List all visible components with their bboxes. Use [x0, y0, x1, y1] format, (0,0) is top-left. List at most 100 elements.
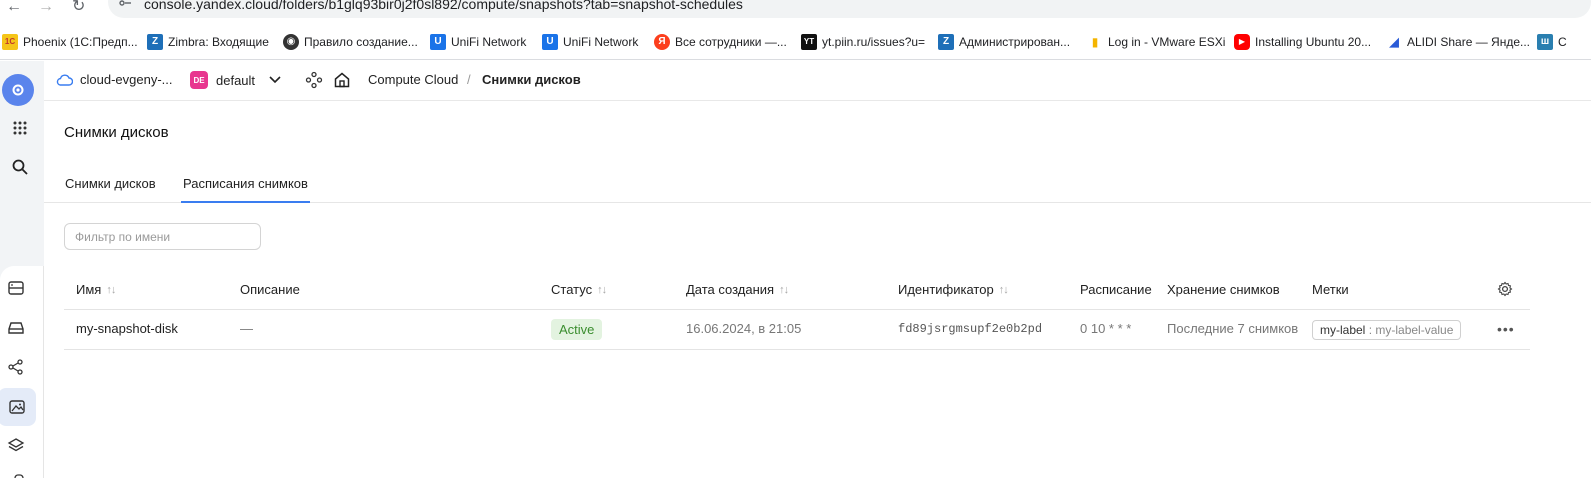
- bookmark-label: UniFi Network: [451, 35, 527, 49]
- folder-selector[interactable]: DE default: [190, 71, 281, 89]
- cell-id[interactable]: fd89jsrgmsupf2e0b2pd: [898, 322, 1042, 336]
- disk-icon[interactable]: [0, 312, 32, 344]
- top-header: cloud-evgeny-... DE default Compute Clou…: [44, 61, 1591, 101]
- column-label: Описание: [240, 282, 300, 297]
- bookmark-unifi-1[interactable]: U UniFi Network: [430, 32, 526, 52]
- zimbra-icon: Z: [938, 34, 954, 50]
- snapshot-icon[interactable]: [0, 388, 36, 426]
- sort-icon: ↑↓: [779, 283, 789, 296]
- bookmark-label: Zimbra: Входящие: [168, 35, 269, 49]
- cloud-name: cloud-evgeny-...: [80, 72, 173, 87]
- filter-by-name-input[interactable]: [64, 223, 261, 250]
- bookmark-label: Правило создание...: [304, 35, 418, 49]
- column-label: Расписание: [1080, 282, 1152, 297]
- placement-icon[interactable]: [0, 466, 32, 478]
- vmware-icon: ▮: [1091, 35, 1099, 49]
- cell-created: 16.06.2024, в 21:05: [686, 321, 802, 336]
- bookmark-alidi[interactable]: ◢ ALIDI Share — Яндe...: [1386, 32, 1530, 52]
- column-header-name[interactable]: Имя ↑↓: [76, 282, 116, 297]
- yandex-icon: Я: [654, 34, 670, 50]
- bookmark-zimbra[interactable]: Z Zimbra: Входящие: [147, 32, 269, 52]
- tab-snapshot-schedules[interactable]: Расписания снимков: [181, 176, 310, 203]
- sort-icon: ↑↓: [597, 283, 607, 296]
- unifi-icon: U: [542, 34, 558, 50]
- arrow-right-icon[interactable]: →: [38, 0, 54, 15]
- folder-badge: DE: [190, 71, 208, 89]
- cell-retention: Последние 7 снимков: [1167, 321, 1299, 336]
- breadcrumb-service[interactable]: Compute Cloud: [368, 72, 458, 87]
- column-header-created[interactable]: Дата создания ↑↓: [686, 282, 789, 297]
- bookmark-phoenix[interactable]: 1C Phoenix (1С:Предп...: [2, 32, 138, 52]
- cell-description: —: [240, 321, 253, 336]
- column-header-description: Описание: [240, 282, 300, 297]
- column-label: Дата создания: [686, 282, 775, 297]
- url-text: console.yandex.cloud/folders/b1glq93bir0…: [144, 0, 743, 12]
- column-header-status[interactable]: Статус ↑↓: [551, 282, 607, 297]
- bookmark-label: Администрирован...: [959, 35, 1071, 49]
- status-badge: Active: [551, 319, 603, 340]
- service-switch-icon[interactable]: [305, 71, 323, 89]
- bookmark-vmware[interactable]: ▮ Log in - VMware ESXi: [1087, 32, 1226, 52]
- bookmark-employees[interactable]: Я Все сотрудники —...: [654, 32, 787, 52]
- folder-name: default: [216, 72, 256, 88]
- column-header-schedule: Расписание: [1080, 282, 1152, 297]
- cell-name[interactable]: my-snapshot-disk: [76, 321, 178, 336]
- label-separator: :: [1365, 323, 1376, 337]
- site-settings-icon[interactable]: [118, 0, 132, 10]
- sort-icon: ↑↓: [998, 283, 1009, 296]
- 1c-icon: 1C: [2, 34, 18, 50]
- unifi-icon: U: [430, 34, 446, 50]
- bookmark-label: C: [1558, 35, 1567, 49]
- column-label: Хранение снимков: [1167, 282, 1280, 297]
- label-key: my-label: [1320, 323, 1366, 337]
- search-icon[interactable]: [4, 151, 36, 183]
- bookmark-admin[interactable]: Z Администрирован...: [938, 32, 1070, 52]
- reload-icon[interactable]: ↻: [72, 0, 85, 15]
- page-title: Снимки дисков: [64, 124, 169, 141]
- youtube-icon: ▶: [1234, 34, 1250, 50]
- column-label: Идентификатор: [898, 282, 994, 297]
- chevron-down-icon: [269, 76, 281, 84]
- browser-address-bar: ← → ↻ console.yandex.cloud/folders/b1glq…: [0, 0, 1591, 22]
- w-icon: ш: [1537, 34, 1553, 50]
- row-actions-menu-icon[interactable]: •••: [1497, 321, 1515, 337]
- bookmark-label: Все сотрудники —...: [675, 35, 787, 49]
- tab-snapshots[interactable]: Снимки дисков: [65, 176, 156, 203]
- column-label: Имя: [76, 282, 102, 297]
- bookmark-c[interactable]: ш C: [1537, 32, 1567, 52]
- all-services-icon[interactable]: [4, 112, 36, 144]
- cell-schedule: 0 10 * * *: [1080, 321, 1132, 336]
- table-row-divider: [64, 349, 1530, 350]
- arrow-left-icon[interactable]: ←: [6, 0, 22, 15]
- bookmark-label: Installing Ubuntu 20...: [1255, 35, 1372, 49]
- breadcrumb-service-label: Compute Cloud: [368, 72, 459, 87]
- label-chip: my-label : my-label-value: [1312, 320, 1462, 340]
- tabs: Снимки дисков Расписания снимков: [44, 170, 1591, 203]
- column-label: Метки: [1312, 282, 1349, 297]
- bookmark-unifi-2[interactable]: U UniFi Network: [542, 32, 638, 52]
- breadcrumb-current: Снимки дисков: [482, 72, 581, 87]
- vm-icon[interactable]: [0, 272, 32, 304]
- table-header-divider: [64, 309, 1530, 310]
- home-icon[interactable]: [333, 71, 351, 89]
- rail-service-menu: [0, 266, 44, 478]
- bookmark-label: Phoenix (1С:Предп...: [23, 35, 138, 49]
- zimbra-icon: Z: [147, 34, 163, 50]
- network-icon[interactable]: [0, 351, 32, 383]
- column-header-labels: Метки: [1312, 282, 1349, 297]
- bookmark-label: Log in - VMware ESXi: [1108, 35, 1226, 49]
- bookmark-label: UniFi Network: [563, 35, 639, 49]
- bookmark-label: ALIDI Share — Яндe...: [1407, 35, 1531, 49]
- gear-icon[interactable]: [1497, 281, 1513, 297]
- youtrack-icon: YT: [801, 34, 817, 50]
- globe-icon: ◉: [283, 34, 299, 50]
- bookmark-youtrack[interactable]: YT yt.piin.ru/issues?u=: [801, 32, 925, 52]
- layers-icon[interactable]: [0, 430, 32, 462]
- yandex-disk-icon: ◢: [1389, 34, 1399, 49]
- cloud-logo-icon[interactable]: [2, 74, 34, 106]
- bookmark-ubuntu[interactable]: ▶ Installing Ubuntu 20...: [1234, 32, 1371, 52]
- left-rail: [0, 61, 44, 478]
- column-header-id[interactable]: Идентификатор ↑↓: [898, 282, 1009, 297]
- bookmark-rule[interactable]: ◉ Правило создание...: [283, 32, 418, 52]
- cloud-selector[interactable]: cloud-evgeny-...: [56, 72, 173, 87]
